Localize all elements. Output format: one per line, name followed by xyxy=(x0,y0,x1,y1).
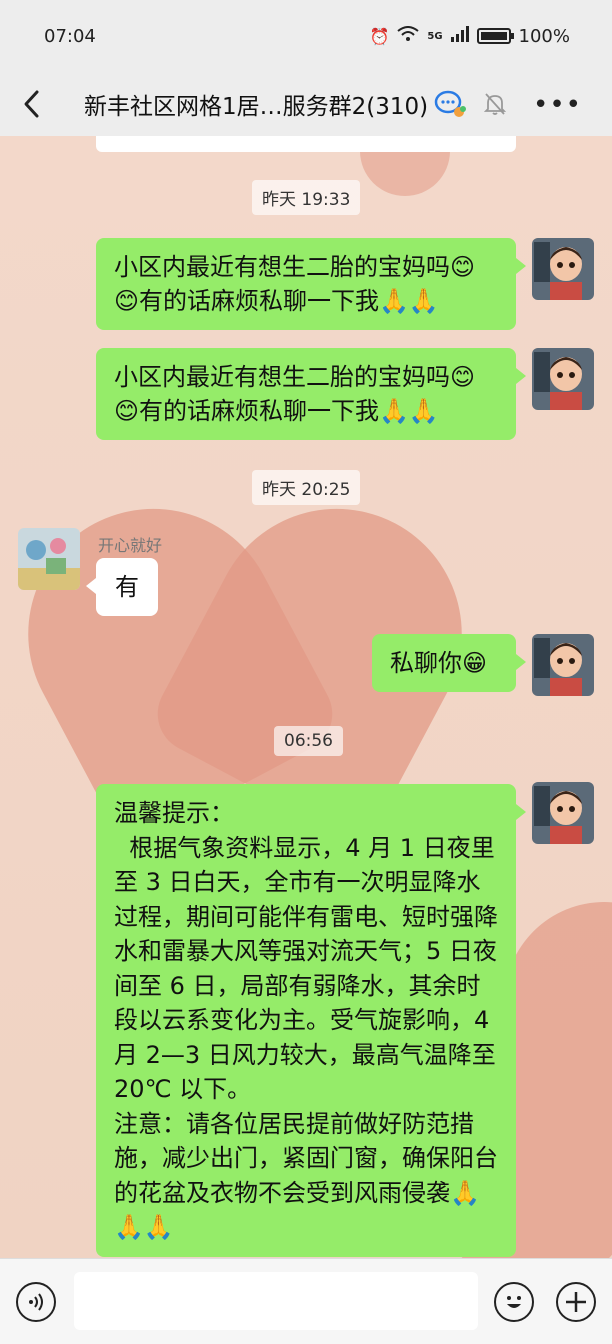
group-chat-icon xyxy=(434,90,468,118)
message-bubble-mine[interactable]: 温馨提示： 根据气象资料显示，4 月 1 日夜里至 3 日白天，全市有一次明显降… xyxy=(96,784,526,1257)
avatar[interactable] xyxy=(532,782,594,844)
timestamp: 06:56 xyxy=(274,726,343,756)
avatar[interactable] xyxy=(18,528,80,590)
status-bar: 07:04 ⏰ 5G 100% xyxy=(0,0,612,72)
back-button[interactable] xyxy=(0,72,64,136)
chat-title[interactable]: 新丰社区网格1居…服务群2(310) xyxy=(84,87,428,121)
network-label: 5G xyxy=(427,30,443,42)
emoji-button[interactable] xyxy=(494,1282,534,1322)
sender-name: 开心就好 xyxy=(98,536,163,555)
previous-message-bubble[interactable] xyxy=(96,136,516,152)
voice-icon xyxy=(29,1293,43,1311)
chevron-left-icon xyxy=(24,90,39,118)
message-bubble-mine[interactable]: 小区内最近有想生二胎的宝妈吗😊😊有的话麻烦私聊一下我🙏🙏 xyxy=(96,238,526,330)
avatar[interactable] xyxy=(532,348,594,410)
mute-bell-icon xyxy=(484,92,507,116)
input-bar xyxy=(0,1258,612,1344)
signal-icon xyxy=(450,26,469,46)
message-bubble-mine[interactable]: 小区内最近有想生二胎的宝妈吗😊😊有的话麻烦私聊一下我🙏🙏 xyxy=(96,348,526,440)
smile-icon xyxy=(507,1296,521,1308)
timestamp: 昨天 19:33 xyxy=(252,180,361,215)
message-bubble-other[interactable]: 有 xyxy=(86,558,158,616)
message-input[interactable] xyxy=(74,1272,478,1330)
plus-button[interactable] xyxy=(556,1282,596,1322)
chat-header: 新丰社区网格1居…服务群2(310) ••• xyxy=(0,72,612,136)
avatar[interactable] xyxy=(532,238,594,300)
alarm-icon: ⏰ xyxy=(369,26,390,46)
message-bubble-mine[interactable]: 私聊你😁 xyxy=(372,634,526,692)
avatar[interactable] xyxy=(532,634,594,696)
battery-icon xyxy=(476,28,514,44)
timestamp: 昨天 20:25 xyxy=(252,470,361,505)
status-icons: ⏰ 5G 100% xyxy=(369,26,570,47)
plus-icon xyxy=(566,1292,586,1312)
battery-label: 100% xyxy=(518,25,570,47)
wifi-icon xyxy=(397,26,419,46)
more-options-button[interactable]: ••• xyxy=(533,90,582,120)
voice-button[interactable] xyxy=(16,1282,56,1322)
status-time: 07:04 xyxy=(44,25,96,47)
chat-area[interactable]: 昨天 19:33 小区内最近有想生二胎的宝妈吗😊😊有的话麻烦私聊一下我🙏🙏 小区… xyxy=(0,136,612,1258)
